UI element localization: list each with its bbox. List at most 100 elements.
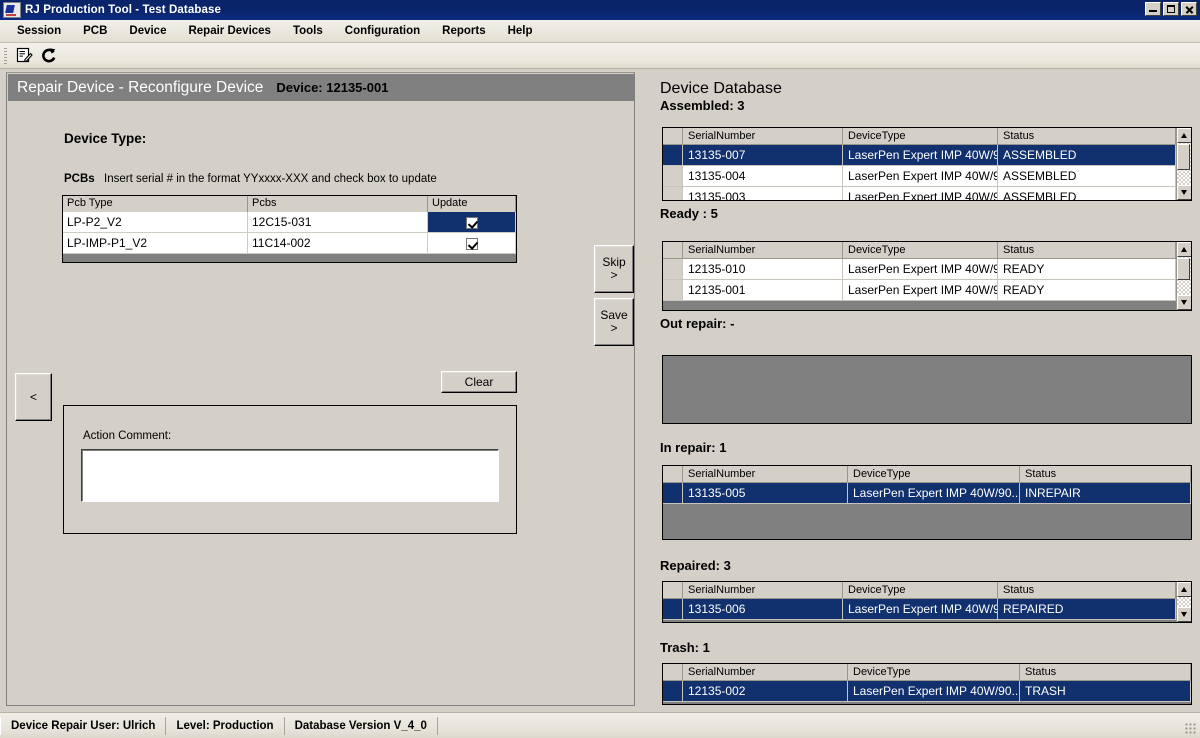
scroll-down-icon[interactable] [1177,607,1191,622]
action-comment-input[interactable] [81,449,499,502]
update-checkbox[interactable] [465,238,478,251]
cell-status[interactable]: TRASH [1020,681,1191,702]
column-serialnumber[interactable]: SerialNumber [683,466,848,483]
ready-grid[interactable]: SerialNumber DeviceType Status 12135-010… [662,241,1192,311]
cell-serialnumber[interactable]: 12135-001 [683,280,843,301]
update-checkbox[interactable] [465,217,478,230]
save-button[interactable]: Save > [594,298,634,346]
table-row[interactable]: LP-P2_V2 12C15-031 [63,212,516,233]
pcb-update-cell[interactable] [428,233,516,254]
vertical-scrollbar[interactable] [1176,242,1191,310]
pcb-type-cell[interactable]: LP-IMP-P1_V2 [63,233,248,254]
clear-button[interactable]: Clear [441,371,517,393]
cell-devicetype[interactable]: LaserPen Expert IMP 40W/9... [843,187,998,200]
column-devicetype[interactable]: DeviceType [848,664,1020,681]
table-row[interactable]: 13135-004 LaserPen Expert IMP 40W/9... A… [663,166,1191,187]
scroll-down-icon[interactable] [1177,295,1191,310]
cell-devicetype[interactable]: LaserPen Expert IMP 40W/90... [848,681,1020,702]
row-selector[interactable] [663,259,683,280]
trash-grid[interactable]: SerialNumber DeviceType Status 12135-002… [662,663,1192,705]
assembled-grid[interactable]: SerialNumber DeviceType Status 13135-007… [662,127,1192,201]
skip-button[interactable]: Skip > [594,245,634,293]
cell-status[interactable]: REPAIRED [998,599,1176,620]
cell-devicetype[interactable]: LaserPen Expert IMP 40W/90... [848,483,1020,504]
minimize-button[interactable] [1145,2,1161,16]
cell-status[interactable]: ASSEMBLED [998,166,1176,187]
menu-item-configuration[interactable]: Configuration [336,22,429,40]
cell-serialnumber[interactable]: 13135-005 [683,483,848,504]
row-selector[interactable] [663,599,683,620]
edit-note-icon[interactable] [12,45,36,67]
column-devicetype[interactable]: DeviceType [843,242,998,259]
repaired-grid[interactable]: SerialNumber DeviceType Status 13135-006… [662,581,1192,623]
row-selector[interactable] [663,145,683,166]
menu-item-tools[interactable]: Tools [284,22,332,40]
cell-devicetype[interactable]: LaserPen Expert IMP 40W/9... [843,280,998,301]
menu-item-pcb[interactable]: PCB [74,22,116,40]
cell-devicetype[interactable]: LaserPen Expert IMP 40W/9... [843,599,998,620]
table-row[interactable]: 13135-007 LaserPen Expert IMP 40W/9... A… [663,145,1191,166]
cell-status[interactable]: INREPAIR [1020,483,1191,504]
cell-status[interactable]: READY [998,259,1176,280]
column-status[interactable]: Status [998,582,1176,599]
column-devicetype[interactable]: DeviceType [848,466,1020,483]
column-serialnumber[interactable]: SerialNumber [683,664,848,681]
pcb-column-pcb-type[interactable]: Pcb Type [63,196,248,212]
cell-devicetype[interactable]: LaserPen Expert IMP 40W/9... [843,145,998,166]
column-devicetype[interactable]: DeviceType [843,128,998,145]
column-serialnumber[interactable]: SerialNumber [683,582,843,599]
scrollbar-thumb[interactable] [1177,144,1190,170]
pcb-column-update[interactable]: Update [428,196,516,212]
cell-serialnumber[interactable]: 13135-006 [683,599,843,620]
row-selector[interactable] [663,681,683,702]
column-serialnumber[interactable]: SerialNumber [683,128,843,145]
in-repair-grid[interactable]: SerialNumber DeviceType Status 13135-005… [662,465,1192,540]
maximize-button[interactable] [1163,2,1179,16]
scroll-up-icon[interactable] [1177,582,1191,597]
row-selector[interactable] [663,166,683,187]
cell-devicetype[interactable]: LaserPen Expert IMP 40W/9... [843,259,998,280]
table-row[interactable]: 13135-003 LaserPen Expert IMP 40W/9... A… [663,187,1191,200]
menu-item-repair-devices[interactable]: Repair Devices [179,22,279,40]
toolbar-grip[interactable] [4,47,7,64]
table-row[interactable]: 12135-001 LaserPen Expert IMP 40W/9... R… [663,280,1191,301]
cell-serialnumber[interactable]: 12135-010 [683,259,843,280]
row-selector[interactable] [663,483,683,504]
cell-serialnumber[interactable]: 12135-002 [683,681,848,702]
row-selector[interactable] [663,280,683,301]
table-row[interactable]: 12135-002 LaserPen Expert IMP 40W/90... … [663,681,1191,702]
column-serialnumber[interactable]: SerialNumber [683,242,843,259]
scroll-up-icon[interactable] [1177,242,1191,257]
cell-status[interactable]: ASSEMBLED [998,187,1176,200]
pcb-type-cell[interactable]: LP-P2_V2 [63,212,248,233]
column-status[interactable]: Status [1020,466,1191,483]
pcb-serial-cell[interactable]: 11C14-002 [248,233,428,254]
scroll-up-icon[interactable] [1177,128,1191,143]
cell-status[interactable]: READY [998,280,1176,301]
scrollbar-track[interactable] [1177,597,1191,607]
close-button[interactable] [1181,2,1197,16]
column-status[interactable]: Status [998,128,1176,145]
pcb-grid[interactable]: Pcb Type Pcbs Update LP-P2_V2 12C15-031 … [62,195,517,263]
table-row[interactable]: 13135-005 LaserPen Expert IMP 40W/90... … [663,483,1191,504]
cell-serialnumber[interactable]: 13135-004 [683,166,843,187]
table-row[interactable]: 13135-006 LaserPen Expert IMP 40W/9... R… [663,599,1191,620]
table-row[interactable]: LP-IMP-P1_V2 11C14-002 [63,233,516,254]
scrollbar-thumb[interactable] [1177,258,1190,280]
column-status[interactable]: Status [1020,664,1191,681]
menu-item-help[interactable]: Help [499,22,542,40]
menu-item-reports[interactable]: Reports [433,22,494,40]
out-repair-grid[interactable] [662,355,1192,424]
vertical-scrollbar[interactable] [1176,128,1191,200]
back-button[interactable]: < [15,373,52,421]
scroll-down-icon[interactable] [1177,185,1191,200]
menu-item-session[interactable]: Session [8,22,70,40]
column-status[interactable]: Status [998,242,1176,259]
cell-devicetype[interactable]: LaserPen Expert IMP 40W/9... [843,166,998,187]
cell-serialnumber[interactable]: 13135-007 [683,145,843,166]
vertical-scrollbar[interactable] [1176,582,1191,622]
table-row[interactable]: 12135-010 LaserPen Expert IMP 40W/9... R… [663,259,1191,280]
panel-splitter[interactable] [637,72,640,706]
refresh-icon[interactable] [36,45,60,67]
column-devicetype[interactable]: DeviceType [843,582,998,599]
